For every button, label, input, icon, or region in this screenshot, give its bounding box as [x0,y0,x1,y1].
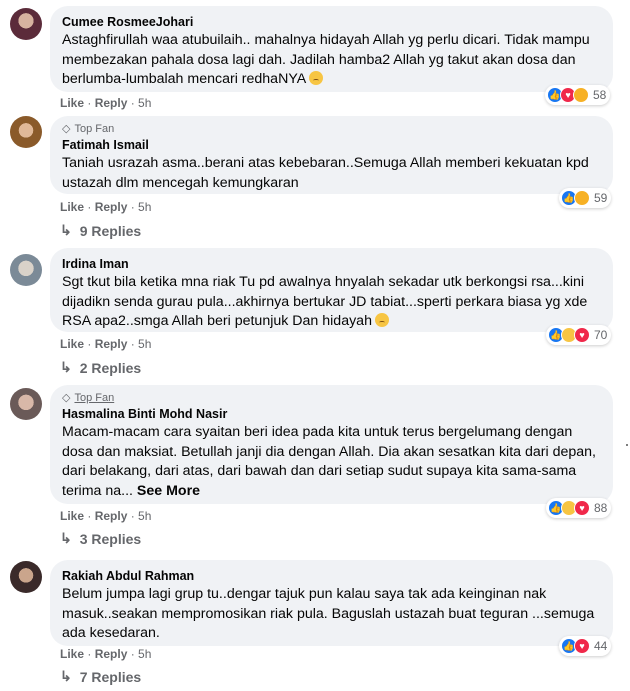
like-link[interactable]: Like [60,96,84,110]
author-name[interactable]: Cumee RosmeeJohari [62,14,601,30]
author-name[interactable]: Fatimah Ismail [62,137,601,153]
comment-line: Taniah usrazah asma..berani atas kebebar… [62,155,589,171]
view-replies-link[interactable]: ↳ 7 Replies [60,668,141,685]
replies-count[interactable]: 9 Replies [80,223,141,239]
comment-actions: Like · Reply · 5h [60,509,152,523]
comment-line: ustazah dlm mencegah kemungkaran [62,174,299,191]
reply-link[interactable]: Reply [95,337,128,351]
top-fan-badge: ◇ Top Fan [62,122,601,136]
reaction-summary[interactable]: 👍 ♥ 44 [559,636,612,656]
comment-line: dari belakang, dari atas, dari bawah dan… [62,463,577,479]
author-name[interactable]: Rakiah Abdul Rahman [62,568,601,584]
view-replies-link[interactable]: ↳ 2 Replies [60,359,141,376]
comment-text: Sgt tkut bila ketika mna riak Tu pd awal… [62,273,601,332]
reply-arrow-icon: ↳ [60,222,72,238]
comment-line: Sgt tkut bila ketika mna riak Tu pd awal… [62,274,585,290]
comment-line: membezakan pahala dosa lagi dah. Jadilah… [62,51,576,68]
avatar[interactable] [10,561,42,593]
replies-count[interactable]: 7 Replies [80,669,141,685]
replies-count[interactable]: 2 Replies [80,360,141,376]
reaction-count: 59 [594,191,608,205]
top-fan-badge: ◇ Top Fan [62,391,601,405]
like-link[interactable]: Like [60,337,84,351]
reaction-count: 58 [593,88,607,102]
care-icon [573,87,589,103]
comment-line: RSA apa2..smga Allah beri petunjuk Dan h… [62,313,372,329]
avatar[interactable] [10,116,42,148]
comment-bubble: Irdina Iman Sgt tkut bila ketika mna ria… [50,248,613,332]
diamond-icon: ◇ [62,392,71,404]
comment-line: Belum jumpa lagi grup tu..dengar tajuk p… [62,586,547,602]
view-replies-link[interactable]: ↳ 3 Replies [60,530,141,547]
reply-link[interactable]: Reply [95,200,128,214]
timestamp[interactable]: 5h [138,509,151,523]
timestamp[interactable]: 5h [138,200,151,214]
reaction-summary[interactable]: 👍 59 [559,188,612,208]
comment-actions: Like · Reply · 5h [60,200,152,214]
timestamp[interactable]: 5h [138,337,151,351]
comment-actions: Like · Reply · 5h [60,647,152,661]
reaction-count: 88 [594,501,608,515]
reaction-summary[interactable]: 👍 ♥ 70 [546,325,612,345]
comment-line: Astaghfirullah waa atubuilaih.. mahalnya… [62,32,590,48]
diamond-icon: ◇ [62,123,71,135]
comment-line: dijadikn senda gurau pula...akhirnya ber… [62,293,588,310]
reply-arrow-icon: ↳ [60,359,72,375]
timestamp[interactable]: 5h [138,96,151,110]
comment-bubble: Rakiah Abdul Rahman Belum jumpa lagi gru… [50,560,613,646]
sad-emoji-icon [309,71,324,85]
reply-link[interactable]: Reply [95,96,128,110]
comment-line: ada kesedaran. [62,625,160,641]
comment-line: Macam-macam cara syaitan beri idea pada … [62,424,573,440]
timestamp[interactable]: 5h [138,647,151,661]
love-icon: ♥ [574,500,590,516]
reaction-count: 70 [594,328,608,342]
reply-link[interactable]: Reply [95,509,128,523]
reply-arrow-icon: ↳ [60,668,72,684]
like-link[interactable]: Like [60,200,84,214]
love-icon: ♥ [574,327,590,343]
author-name[interactable]: Hasmalina Binti Mohd Nasir [62,406,601,422]
comment-text: Astaghfirullah waa atubuilaih.. mahalnya… [62,31,601,90]
like-link[interactable]: Like [60,647,84,661]
comment-line: terima na... [62,482,133,499]
view-replies-link[interactable]: ↳ 9 Replies [60,222,141,239]
care-icon [574,190,590,206]
comment-text: Taniah usrazah asma..berani atas kebebar… [62,154,601,193]
comment-actions: Like · Reply · 5h [60,337,152,351]
comment-bubble: Cumee RosmeeJohari Astaghfirullah waa at… [50,6,613,92]
avatar[interactable] [10,254,42,286]
love-icon: ♥ [574,638,590,654]
comment-text: Macam-macam cara syaitan beri idea pada … [62,423,601,501]
comment-text: Belum jumpa lagi grup tu..dengar tajuk p… [62,585,601,644]
reaction-summary[interactable]: 👍 ♥ 88 [546,498,612,518]
reaction-summary[interactable]: 👍 ♥ 58 [545,85,611,105]
avatar[interactable] [10,8,42,40]
comment-bubble: ◇ Top Fan Fatimah Ismail Taniah usrazah a… [50,116,613,194]
reply-arrow-icon: ↳ [60,530,72,546]
reaction-count: 44 [594,639,608,653]
stray-dot [626,444,628,446]
top-fan-label: Top Fan [74,122,115,135]
comment-actions: Like · Reply · 5h [60,96,152,110]
reply-link[interactable]: Reply [95,647,128,661]
comment-bubble: ◇ Top Fan Hasmalina Binti Mohd Nasir Maca… [50,385,613,504]
top-fan-label: Top Fan [74,391,115,404]
author-name[interactable]: Irdina Iman [62,256,601,272]
sad-emoji-icon [374,313,389,327]
comment-line: dosa dan maksiat. Betullah janji dia den… [62,443,596,460]
comment-line: berlumba-lumbalah mencari redhaNYA [62,71,307,87]
comment-line: masuk..seakan mempromosikan riak pula. B… [62,605,595,622]
avatar[interactable] [10,388,42,420]
replies-count[interactable]: 3 Replies [80,531,141,547]
see-more-link[interactable]: See More [137,483,200,499]
like-link[interactable]: Like [60,509,84,523]
